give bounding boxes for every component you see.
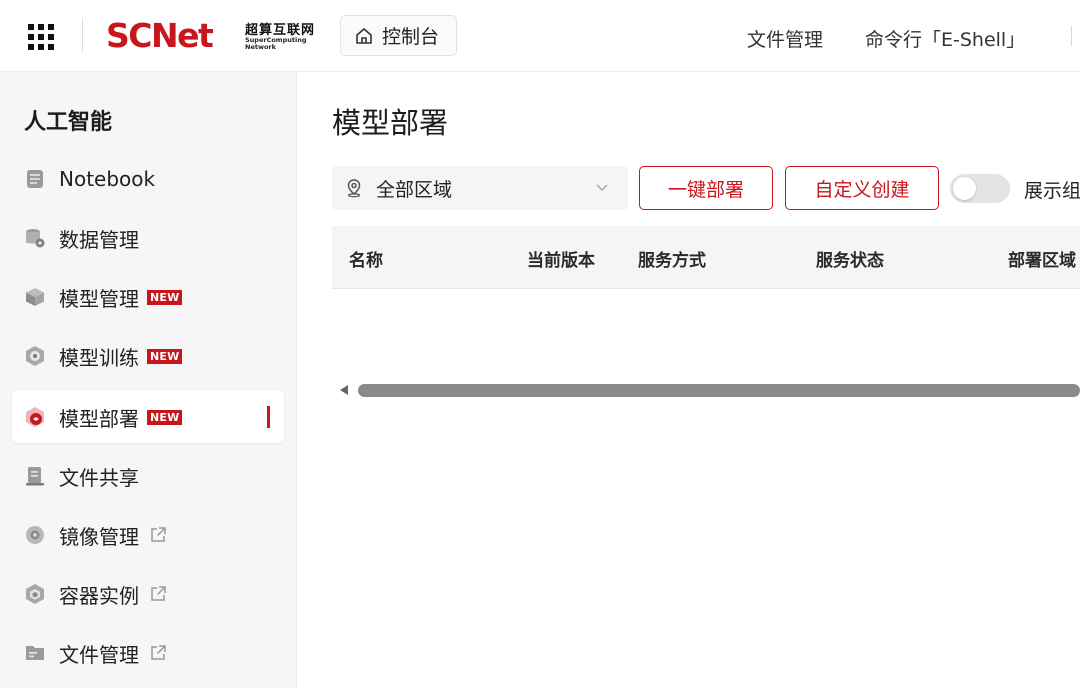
custom-create-button[interactable]: 自定义创建: [785, 166, 939, 210]
sidebar-item-label: 文件管理: [59, 642, 139, 667]
sidebar-item-label: 数据管理: [59, 227, 139, 252]
home-icon: [356, 27, 372, 44]
sidebar-item-model-training[interactable]: 模型训练 NEW: [12, 330, 284, 382]
table-header: 名称 当前版本 服务方式 服务状态 部署区域: [332, 226, 1080, 289]
region-select-value: 全部区域: [376, 178, 453, 201]
external-link-icon: [151, 586, 166, 601]
sidebar-item-label: 文件共享: [59, 465, 139, 490]
scnet-logo[interactable]: SCNet 超算互联网 SuperComputing Network: [106, 16, 321, 56]
new-badge: NEW: [147, 409, 183, 425]
show-group-toggle-label: 展示组: [1024, 180, 1080, 202]
sidebar-item-label: Notebook: [59, 167, 156, 191]
logo-wordmark: SCNet: [106, 16, 214, 55]
page-title: 模型部署: [332, 106, 449, 140]
scroll-left-arrow-icon[interactable]: [340, 385, 348, 395]
notebook-icon: [27, 170, 43, 188]
sidebar-item-model-deployment[interactable]: 模型部署 NEW: [12, 391, 284, 443]
console-button[interactable]: 控制台: [340, 15, 457, 56]
console-label: 控制台: [382, 26, 440, 48]
sidebar-title: 人工智能: [24, 110, 113, 135]
logo-english-line2: Network: [245, 43, 276, 51]
chevron-down-icon: [596, 184, 608, 192]
sidebar-item-label: 容器实例: [59, 583, 139, 608]
sidebar-item-container-instance[interactable]: 容器实例: [12, 568, 284, 620]
sidebar-item-label: 模型训练: [59, 345, 139, 370]
show-group-toggle[interactable]: [950, 174, 1010, 203]
image-icon: [26, 526, 44, 544]
one-click-deploy-button[interactable]: 一键部署: [639, 166, 773, 210]
database-icon: [26, 229, 45, 248]
scrollbar-thumb[interactable]: [358, 384, 1080, 397]
cube-icon: [26, 288, 44, 306]
apps-grid-icon[interactable]: [28, 24, 54, 50]
column-header-current-version[interactable]: 当前版本: [527, 246, 595, 271]
file-share-icon: [26, 467, 44, 486]
header-divider: [82, 18, 83, 52]
sidebar-item-label: 模型部署: [59, 406, 139, 431]
container-icon: [26, 584, 44, 604]
sidebar-item-file-share[interactable]: 文件共享: [12, 450, 284, 502]
sidebar-item-model-management[interactable]: 模型管理 NEW: [12, 271, 284, 323]
training-icon: [26, 346, 44, 366]
top-nav-file-management[interactable]: 文件管理: [747, 25, 823, 52]
column-header-name[interactable]: 名称: [349, 246, 383, 271]
column-header-service-status[interactable]: 服务状态: [816, 246, 884, 271]
table-horizontal-scrollbar[interactable]: [334, 380, 1080, 400]
new-badge: NEW: [147, 289, 183, 305]
sidebar-item-label: 模型管理: [59, 286, 139, 311]
region-select[interactable]: 全部区域: [332, 166, 628, 210]
column-header-deploy-region[interactable]: 部署区域: [1008, 246, 1076, 271]
external-link-icon: [151, 527, 166, 542]
sidebar-item-label: 镜像管理: [59, 524, 139, 549]
sidebar: 人工智能 Notebook 数据管理 模型管理 NEW 模型训练 NEW 模型部…: [0, 72, 297, 688]
new-badge: NEW: [147, 348, 183, 364]
external-link-icon: [151, 645, 166, 660]
toggle-knob: [953, 177, 976, 200]
top-nav-e-shell[interactable]: 命令行「E-Shell」: [865, 25, 1025, 52]
active-indicator: [267, 406, 270, 428]
top-header: SCNet 超算互联网 SuperComputing Network 控制台 文…: [0, 0, 1080, 72]
sidebar-item-notebook[interactable]: Notebook: [12, 153, 284, 205]
sidebar-item-data-management[interactable]: 数据管理: [12, 212, 284, 264]
column-header-service-mode[interactable]: 服务方式: [638, 246, 706, 271]
folder-icon: [26, 646, 44, 660]
sidebar-item-image-management[interactable]: 镜像管理: [12, 509, 284, 561]
sidebar-item-file-management[interactable]: 文件管理: [12, 627, 284, 679]
top-nav-separator: [1071, 26, 1072, 46]
deploy-icon: [26, 407, 44, 427]
location-pin-icon: [347, 179, 361, 198]
